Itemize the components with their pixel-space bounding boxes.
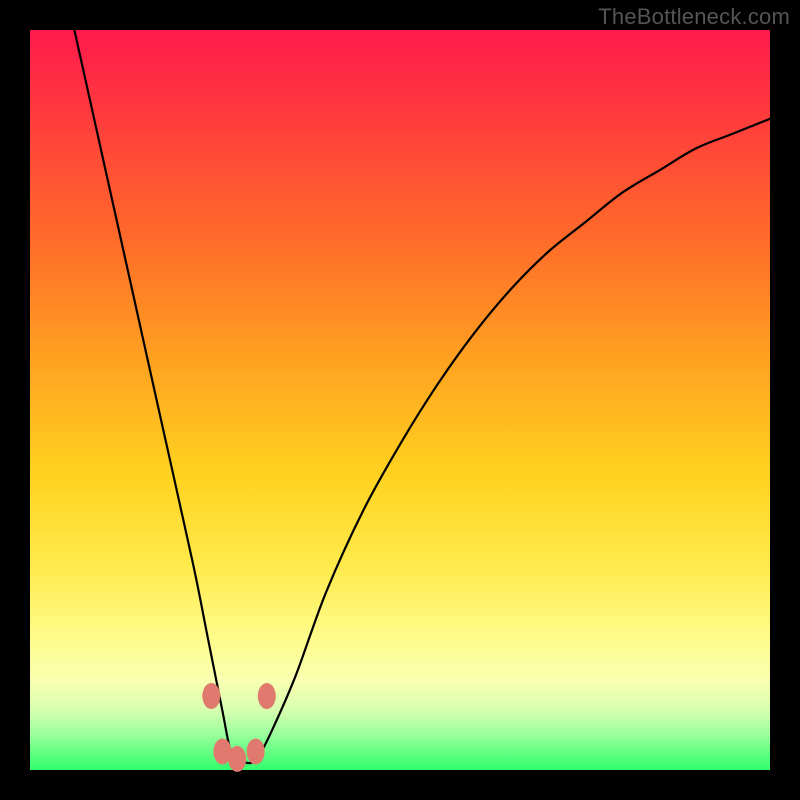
plot-area: [30, 30, 770, 770]
curve-marker: [228, 746, 246, 772]
curve-marker: [247, 739, 265, 765]
watermark-text: TheBottleneck.com: [598, 4, 790, 30]
chart-frame: TheBottleneck.com: [0, 0, 800, 800]
curve-layer: [30, 30, 770, 770]
curve-markers: [202, 683, 275, 772]
curve-marker: [202, 683, 220, 709]
bottleneck-curve: [74, 30, 770, 764]
curve-marker: [258, 683, 276, 709]
